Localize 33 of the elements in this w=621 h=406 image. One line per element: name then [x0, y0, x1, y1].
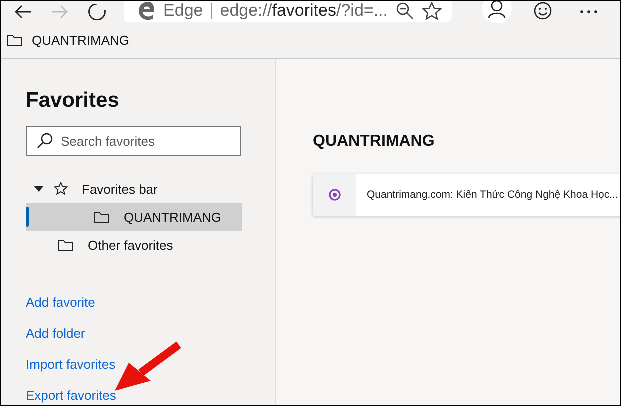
sidebar-link[interactable]: Add folder — [26, 325, 86, 343]
at-sign-icon — [328, 189, 340, 201]
star-icon — [54, 182, 68, 196]
browser-name: Edge — [164, 1, 204, 21]
smiley-icon — [533, 2, 553, 22]
sidebar-link[interactable]: Export favorites — [26, 387, 116, 405]
folder-heading: QUANTRIMANG — [313, 133, 436, 151]
tree-item[interactable]: QUANTRIMANG — [26, 203, 242, 231]
search-icon — [37, 133, 53, 149]
folder-icon — [94, 210, 110, 224]
forward-arrow-icon — [51, 4, 70, 20]
favorite-item[interactable]: Quantrimang.com: Kiến Thức Công Nghệ Khoa Học... — [313, 174, 620, 216]
tree-item[interactable]: Favorites bar — [26, 175, 242, 203]
tree-item[interactable]: Other favorites — [26, 231, 242, 259]
person-icon — [482, 1, 512, 23]
bookmark-folder[interactable]: QUANTRIMANG — [3, 33, 134, 48]
folder-icon — [7, 34, 23, 47]
refresh-icon — [88, 4, 106, 20]
annotation-arrow — [115, 342, 182, 391]
sidebar-link[interactable]: Add favorite — [26, 294, 96, 312]
zoom-out-icon[interactable] — [396, 2, 414, 20]
url-text: edge://favorites/?id=... — [220, 1, 388, 21]
star-icon[interactable] — [422, 2, 442, 20]
address-bar[interactable]: Edge edge://favorites/?id=... — [124, 1, 452, 22]
search-field[interactable]: Search favorites — [26, 126, 241, 156]
folder-icon — [58, 238, 74, 252]
sidebar-link[interactable]: Import favorites — [26, 356, 116, 374]
favorite-title: Quantrimang.com: Kiến Thức Công Nghệ Khoa Học... — [367, 189, 618, 201]
caret-icon[interactable] — [34, 186, 44, 192]
back-arrow-icon — [14, 4, 32, 20]
panel-title: Favorites — [26, 89, 120, 113]
browser-logo-icon — [138, 2, 156, 20]
more-icon — [580, 9, 598, 15]
